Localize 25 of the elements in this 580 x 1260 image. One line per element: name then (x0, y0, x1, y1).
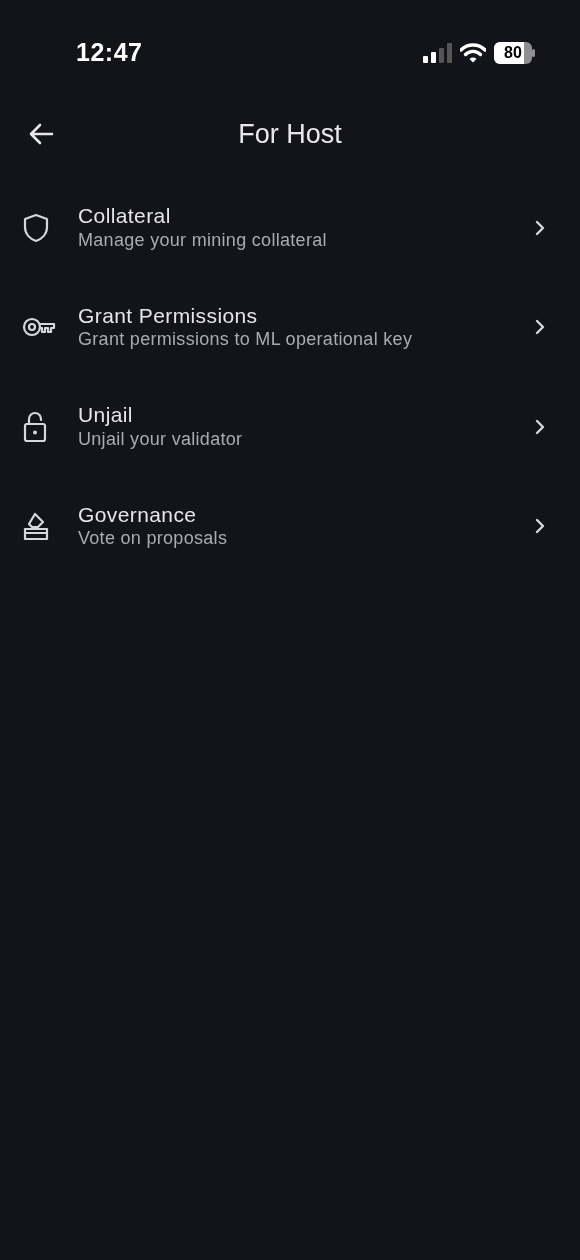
menu-item[interactable]: Collateral Manage your mining collateral (0, 178, 580, 278)
shield-icon (22, 212, 50, 243)
item-subtitle: Manage your mining collateral (78, 228, 327, 252)
chevron-right-icon (534, 318, 546, 337)
chevron-right-icon (534, 517, 546, 536)
menu-item[interactable]: Grant Permissions Grant permissions to ML operational key (0, 277, 580, 377)
signal-icon (422, 43, 452, 63)
item-title: Grant Permissions (78, 302, 258, 329)
item-subtitle: Vote on proposals (78, 527, 228, 551)
wifi-icon (460, 43, 486, 63)
menu-item[interactable]: Governance Vote on proposals (0, 476, 580, 576)
item-title: Unjail (78, 402, 133, 428)
key-icon (22, 316, 56, 339)
chevron-right-icon (534, 218, 546, 237)
ballot-box-icon (22, 511, 50, 542)
chevron-right-icon (534, 417, 546, 436)
page-title: For Host (238, 117, 342, 151)
status-time: 12:47 (76, 37, 143, 69)
item-subtitle: Unjail your validator (78, 427, 243, 451)
padlock-icon (22, 410, 48, 443)
item-title: Governance (78, 501, 197, 528)
back-arrow-icon (28, 123, 54, 145)
item-title: Collateral (78, 203, 171, 229)
item-subtitle: Grant permissions to ML operational key (78, 328, 413, 352)
menu-item[interactable]: Unjail Unjail your validator (0, 377, 580, 477)
